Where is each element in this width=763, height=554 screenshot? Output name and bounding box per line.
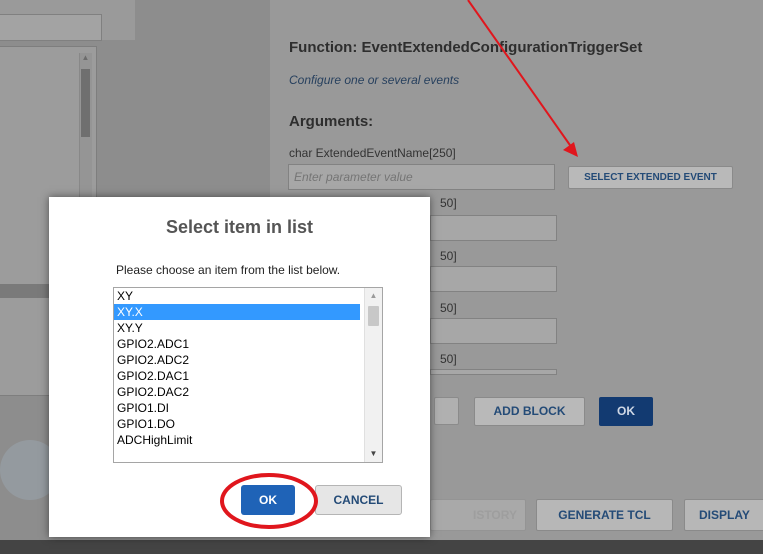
generate-tcl-button[interactable]: GENERATE TCL — [536, 499, 673, 531]
add-block-button[interactable]: ADD BLOCK — [474, 397, 585, 426]
arg-input-5[interactable] — [430, 369, 557, 375]
list-item[interactable]: GPIO2.DAC1 — [114, 368, 360, 384]
list-item[interactable]: GPIO1.DI — [114, 400, 360, 416]
footer-bar — [0, 540, 763, 554]
list-item[interactable]: GPIO2.DAC2 — [114, 384, 360, 400]
select-extended-event-button[interactable]: SELECT EXTENDED EVENT — [568, 166, 733, 189]
dialog-ok-button[interactable]: OK — [241, 485, 295, 515]
list-item[interactable]: GPIO1.DO — [114, 416, 360, 432]
list-item[interactable]: ADCHighLimit — [114, 432, 360, 448]
dialog-title: Select item in list — [165, 217, 314, 237]
history-button[interactable]: ISTORY — [430, 499, 526, 531]
arg-input-2[interactable] — [430, 215, 557, 241]
listbox-scroll-thumb[interactable] — [368, 306, 379, 326]
listbox-scrollbar[interactable]: ▲ ▼ — [364, 288, 382, 462]
left-list-scroll-thumb[interactable] — [81, 69, 90, 137]
arg-label-extended-event-name: char ExtendedEventName[250] — [289, 146, 456, 160]
scroll-down-arrow-icon[interactable]: ▼ — [365, 446, 382, 462]
function-title: Function: EventExtendedConfigurationTrig… — [289, 39, 643, 56]
list-item-selected[interactable]: XY.X — [114, 304, 360, 320]
list-item[interactable]: XY — [114, 288, 360, 304]
list-item[interactable]: XY.Y — [114, 320, 360, 336]
background-button[interactable] — [434, 397, 459, 425]
display-button[interactable]: DISPLAY — [684, 499, 763, 531]
function-description: Configure one or several events — [289, 73, 460, 87]
dialog-cancel-button[interactable]: CANCEL — [315, 485, 402, 515]
left-search-field[interactable] — [0, 14, 102, 41]
arg-input-3[interactable] — [430, 266, 557, 292]
item-listbox[interactable]: XY XY.X XY.Y GPIO2.ADC1 GPIO2.ADC2 GPIO2… — [113, 287, 383, 463]
arg-label-partial: 50] — [440, 352, 457, 366]
arguments-title: Arguments: — [289, 113, 374, 130]
arg-input-4[interactable] — [430, 318, 557, 344]
arg-label-partial: 50] — [440, 301, 457, 315]
list-item[interactable]: GPIO2.ADC2 — [114, 352, 360, 368]
arg-label-partial: 50] — [440, 196, 457, 210]
select-item-dialog: Select item in list Please choose an ite… — [49, 197, 430, 537]
arg-label-partial: 50] — [440, 249, 457, 263]
scroll-up-arrow-icon[interactable]: ▲ — [81, 53, 90, 63]
dialog-message: Please choose an item from the list belo… — [116, 263, 341, 277]
list-item[interactable]: GPIO2.ADC1 — [114, 336, 360, 352]
extended-event-name-input[interactable] — [288, 164, 555, 190]
scroll-up-arrow-icon[interactable]: ▲ — [365, 288, 382, 304]
background-ok-button[interactable]: OK — [599, 397, 653, 426]
